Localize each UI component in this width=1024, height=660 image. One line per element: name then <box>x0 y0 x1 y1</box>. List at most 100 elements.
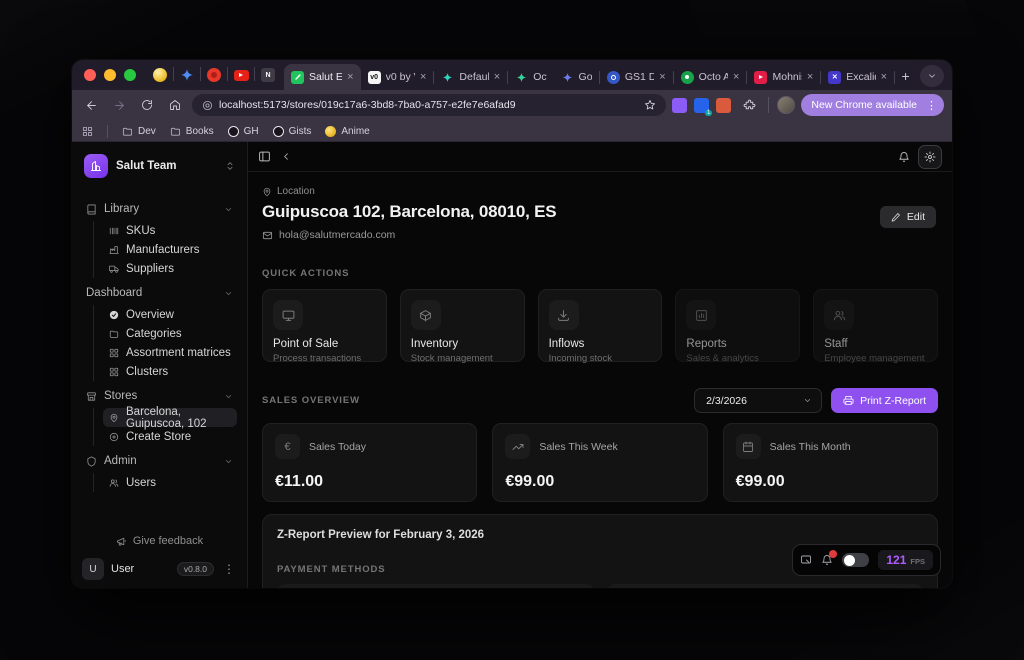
edit-store-button[interactable]: Edit <box>880 206 936 228</box>
give-feedback-label: Give feedback <box>133 535 203 547</box>
back-chevron-icon[interactable] <box>281 151 292 162</box>
close-tab-icon[interactable]: × <box>807 71 813 83</box>
user-kebab-icon[interactable]: ⋮ <box>221 562 237 576</box>
tab-salut-erp[interactable]: Salut ERP × <box>284 64 361 90</box>
reload-button[interactable] <box>136 94 158 116</box>
chevron-down-icon[interactable] <box>224 392 233 401</box>
bookmark-star-icon[interactable] <box>644 99 656 111</box>
tab-group-octo[interactable]: Octo <box>508 64 553 90</box>
sales-today-card: € Sales Today €11.00 <box>262 423 477 502</box>
sidebar-item-skus[interactable]: SKUs <box>103 221 237 240</box>
extension-icon-blue[interactable] <box>694 98 709 113</box>
sidebar-section-admin[interactable]: Admin <box>82 450 237 472</box>
close-tab-icon[interactable]: × <box>881 71 887 83</box>
browser-menu-icon[interactable]: ⋮ <box>923 99 940 112</box>
sidebar-toggle-icon[interactable] <box>258 150 271 163</box>
notifications-bell-icon[interactable] <box>898 151 910 163</box>
apps-grid-button[interactable] <box>82 126 93 137</box>
new-tab-button[interactable]: + <box>895 65 916 87</box>
sidebar-item-users[interactable]: Users <box>103 473 237 492</box>
sidebar-item-assortment-matrices[interactable]: Assortment matrices <box>103 343 237 362</box>
widget-bell-icon[interactable] <box>821 554 833 566</box>
stat-label: Sales Today <box>309 441 366 453</box>
date-select[interactable]: 2/3/2026 <box>694 388 822 413</box>
pinned-tab-reddit[interactable] <box>202 62 226 88</box>
pinned-tab-gemini[interactable] <box>175 62 199 88</box>
address-bar[interactable]: localhost:5173/stores/019c17a6-3bd8-7ba0… <box>192 94 666 116</box>
sidebar-section-library[interactable]: Library <box>82 198 237 220</box>
close-tab-icon[interactable]: × <box>347 71 353 83</box>
pinned-tab-emoji[interactable] <box>148 62 172 88</box>
bookmark-gists[interactable]: Gists <box>273 126 312 137</box>
bookmarks-divider <box>107 125 108 138</box>
quick-action-reports[interactable]: Reports Sales & analytics <box>675 289 800 362</box>
gs1-favicon <box>607 71 620 84</box>
home-button[interactable] <box>164 94 186 116</box>
tab-mohnish[interactable]: Mohnish P × <box>747 64 820 90</box>
team-switcher[interactable]: Salut Team <box>82 152 237 180</box>
print-label: Print Z-Report <box>860 395 926 407</box>
circle-check-icon <box>109 310 119 320</box>
sidebar-item-manufacturers[interactable]: Manufacturers <box>103 240 237 259</box>
tab-default-pr[interactable]: Default Pr × <box>434 64 507 90</box>
chevron-down-icon[interactable] <box>224 205 233 214</box>
quick-action-staff[interactable]: Staff Employee management <box>813 289 938 362</box>
bookmark-folder-books[interactable]: Books <box>170 126 214 137</box>
tab-octo-api[interactable]: Octo API × <box>674 64 747 90</box>
back-button[interactable] <box>80 94 102 116</box>
close-tab-icon[interactable]: × <box>494 71 500 83</box>
user-menu[interactable]: U User v0.8.0 ⋮ <box>82 558 237 580</box>
bookmark-anime[interactable]: Anime <box>325 126 369 137</box>
fps-dev-widget: 121 FPS <box>792 544 941 576</box>
update-chrome-pill[interactable]: New Chrome available ⋮ <box>801 94 944 116</box>
tab-group-goog[interactable]: Goog <box>554 64 599 90</box>
bookmark-folder-dev[interactable]: Dev <box>122 126 156 137</box>
quick-action-point-of-sale[interactable]: Point of Sale Process transactions <box>262 289 387 362</box>
tab-strip: N Salut ERP × v0 v0 by Verc × Default Pr… <box>72 60 952 90</box>
download-icon <box>549 300 579 330</box>
sidebar-item-categories[interactable]: Categories <box>103 324 237 343</box>
sidebar-nav: Library SKUs Manufacturers Suppliers Das… <box>82 198 237 528</box>
sidebar-section-dashboard[interactable]: Dashboard <box>82 282 237 304</box>
sidebar-item-overview[interactable]: Overview <box>103 305 237 324</box>
close-tab-icon[interactable]: × <box>733 71 739 83</box>
extensions-puzzle-icon[interactable] <box>738 94 760 116</box>
give-feedback-button[interactable]: Give feedback <box>82 528 237 554</box>
item-label: Overview <box>126 309 174 321</box>
extension-icon-red[interactable] <box>716 98 731 113</box>
chevron-down-icon[interactable] <box>224 289 233 298</box>
print-z-report-button[interactable]: Print Z-Report <box>831 388 938 413</box>
quick-action-inflows[interactable]: Inflows Incoming stock <box>538 289 663 362</box>
site-info-icon[interactable] <box>202 100 213 111</box>
scan-toggle[interactable] <box>842 553 869 567</box>
maximize-window-button[interactable] <box>124 69 136 81</box>
chevron-down-icon[interactable] <box>224 457 233 466</box>
close-window-button[interactable] <box>84 69 96 81</box>
tab-label: Excalidraw <box>846 71 875 83</box>
sidebar-item-suppliers[interactable]: Suppliers <box>103 259 237 278</box>
tab-v0[interactable]: v0 v0 by Verc × <box>361 64 434 90</box>
sales-month-card: Sales This Month €99.00 <box>723 423 938 502</box>
forward-button[interactable] <box>108 94 130 116</box>
minimize-window-button[interactable] <box>104 69 116 81</box>
close-tab-icon[interactable]: × <box>659 71 665 83</box>
profile-avatar[interactable] <box>777 96 795 114</box>
tab-gs1[interactable]: GS1 Datab × <box>600 64 673 90</box>
inspect-panel-icon[interactable] <box>800 554 812 566</box>
quick-action-inventory[interactable]: Inventory Stock management <box>400 289 525 362</box>
printer-icon <box>843 395 854 406</box>
tab-label: Goog <box>579 71 592 83</box>
tab-search-button[interactable] <box>920 65 944 87</box>
pinned-tab-youtube[interactable] <box>229 62 253 88</box>
sidebar-section-stores[interactable]: Stores <box>82 385 237 407</box>
sidebar-item-clusters[interactable]: Clusters <box>103 362 237 381</box>
item-label: Users <box>126 477 156 489</box>
close-tab-icon[interactable]: × <box>420 71 426 83</box>
pinned-tab-notion[interactable]: N <box>256 62 280 88</box>
sidebar-item-store-barcelona[interactable]: Barcelona, Guipuscoa, 102 <box>103 408 237 427</box>
sidebar-item-create-store[interactable]: Create Store <box>103 427 237 446</box>
tab-excalidraw[interactable]: ✕ Excalidraw × <box>821 64 894 90</box>
bookmark-gh[interactable]: GH <box>228 126 259 137</box>
extension-icon-purple[interactable] <box>672 98 687 113</box>
settings-gear-button[interactable] <box>918 145 942 169</box>
